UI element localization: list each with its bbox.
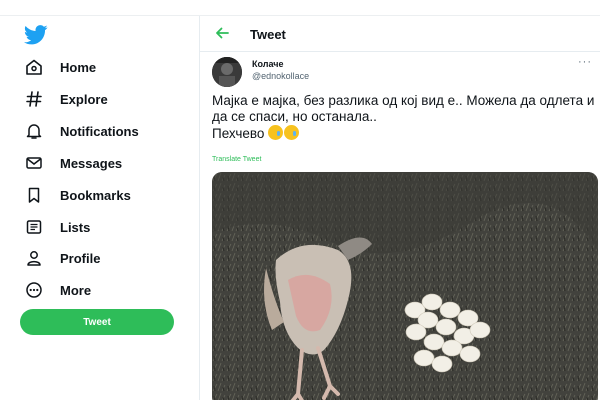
sidebar-item-label: More: [60, 282, 92, 298]
sidebar-item-label: Lists: [60, 219, 91, 235]
sidebar-item-label: Explore: [60, 91, 108, 107]
tweet-button[interactable]: Tweet: [20, 309, 174, 335]
sidebar-item-profile[interactable]: Profile: [24, 245, 100, 271]
tweet-location-text: Пехчево: [212, 126, 265, 141]
tweet-text-line-2: Пехчево: [212, 125, 598, 142]
author-handle[interactable]: @ednokollace: [252, 71, 309, 81]
sidebar-item-label: Bookmarks: [60, 187, 131, 203]
person-icon: [24, 248, 44, 268]
page-header: Tweet: [200, 16, 600, 52]
sidebar-item-label: Notifications: [60, 123, 139, 139]
sidebar-item-lists[interactable]: Lists: [24, 214, 90, 240]
tweet-detail-column: Tweet Колаче @ednokollace ··· Мајка е ма…: [199, 16, 600, 400]
sidebar: Home Explore Notifications Messages Book…: [0, 16, 200, 400]
sidebar-item-label: Home: [60, 59, 97, 75]
sidebar-item-label: Profile: [60, 250, 101, 266]
more-circle-icon: [24, 280, 44, 300]
sidebar-item-explore[interactable]: Explore: [24, 86, 108, 112]
crying-face-icon: [268, 125, 284, 140]
author-name[interactable]: Колаче: [252, 59, 284, 69]
sidebar-item-label: Messages: [60, 155, 123, 171]
sidebar-item-more[interactable]: More: [24, 277, 91, 303]
list-icon: [24, 217, 44, 237]
home-icon: [24, 57, 44, 77]
tweet-photo[interactable]: [212, 172, 598, 400]
tweet-text: Мајка е мајка, без разлика од кој вид е.…: [212, 93, 598, 142]
sidebar-item-bookmarks[interactable]: Bookmarks: [24, 182, 131, 208]
twitter-bird-icon[interactable]: [24, 25, 48, 45]
bell-icon: [24, 121, 44, 141]
translate-tweet-link[interactable]: Translate Tweet: [212, 156, 261, 163]
browser-top-strip: [0, 0, 600, 16]
sidebar-item-messages[interactable]: Messages: [24, 150, 122, 176]
page-title: Tweet: [250, 27, 286, 42]
arrow-left-icon[interactable]: [214, 25, 230, 41]
hashtag-icon: [24, 89, 44, 109]
photo-burnt-ground-bird-eggs: [212, 172, 598, 400]
more-options-icon[interactable]: ···: [578, 56, 592, 68]
sidebar-item-notifications[interactable]: Notifications: [24, 118, 139, 144]
bookmark-icon: [24, 185, 44, 205]
sidebar-item-home[interactable]: Home: [24, 54, 96, 80]
envelope-icon: [24, 153, 44, 173]
avatar[interactable]: [212, 57, 242, 87]
crying-face-icon: [284, 125, 300, 140]
tweet-text-line: Мајка е мајка, без разлика од кој вид е.…: [212, 93, 595, 124]
